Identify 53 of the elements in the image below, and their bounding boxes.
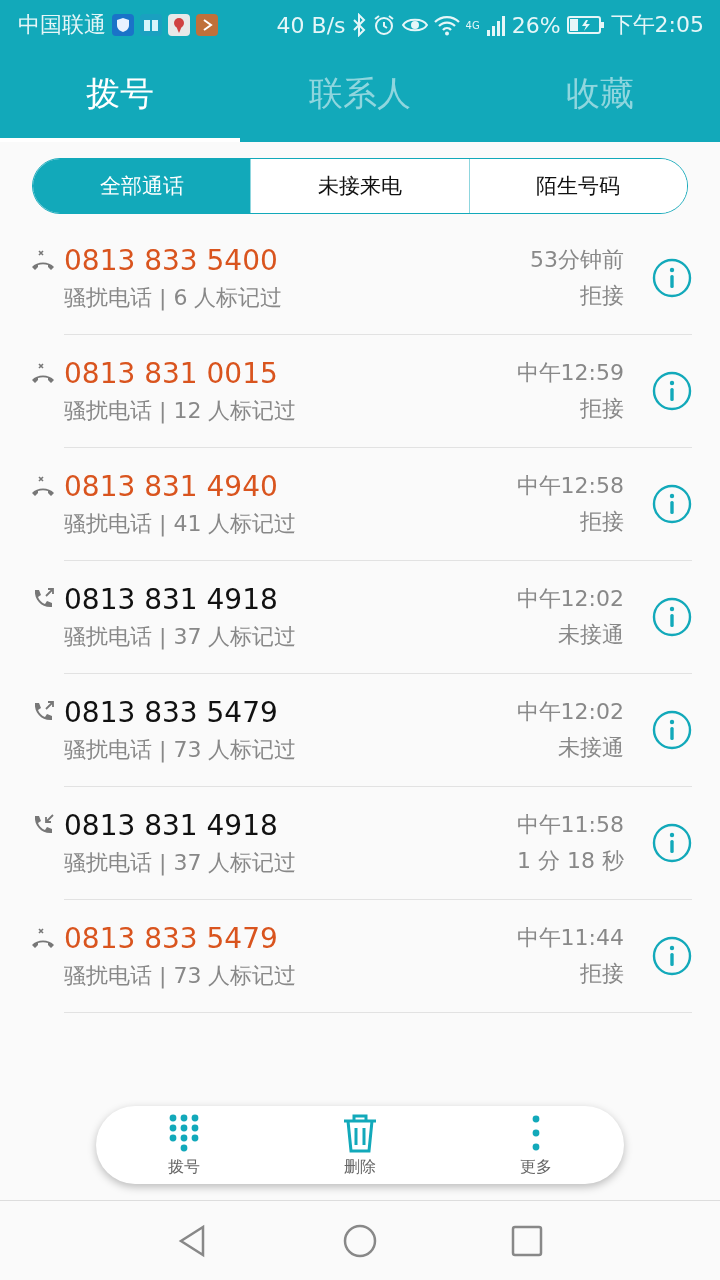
map-pin-icon	[168, 14, 190, 36]
action-button[interactable]: 删除	[300, 1106, 420, 1184]
call-time: 中午11:58	[516, 811, 624, 839]
phone-number: 0813 833 5400	[64, 243, 279, 277]
battery-icon	[566, 15, 605, 35]
call-time: 53分钟前	[530, 246, 624, 274]
info-button[interactable]	[652, 258, 692, 298]
info-button[interactable]	[652, 597, 692, 637]
call-status: 拒接	[580, 395, 624, 423]
action-button[interactable]: 拨号	[124, 1106, 244, 1184]
phone-number: 0813 831 4918	[64, 582, 279, 616]
clock-time: 下午2:05	[610, 11, 704, 39]
call-status: 未接通	[558, 734, 624, 762]
call-status: 未接通	[558, 621, 624, 649]
call-status: 拒接	[580, 282, 624, 310]
phone-number: 0813 831 0015	[64, 356, 279, 390]
caller-tag: 骚扰电话 | 41 人标记过	[64, 508, 517, 539]
info-button[interactable]	[652, 484, 692, 524]
info-button[interactable]	[652, 371, 692, 411]
call-time: 中午12:58	[516, 472, 624, 500]
info-button[interactable]	[652, 936, 692, 976]
call-time: 中午12:59	[516, 359, 624, 387]
network-speed: 40 B/s	[276, 12, 346, 38]
caller-tag: 骚扰电话 | 73 人标记过	[64, 960, 517, 991]
caller-tag: 骚扰电话 | 73 人标记过	[64, 734, 517, 765]
call-time: 中午11:44	[516, 924, 624, 952]
action-button[interactable]: 更多	[476, 1106, 596, 1184]
book-icon	[140, 14, 162, 36]
shield-icon	[112, 14, 134, 36]
call-status: 拒接	[580, 960, 624, 988]
phone-number: 0813 831 4918	[64, 808, 279, 842]
call-status: 1 分 18 秒	[517, 847, 624, 875]
network-type: 4G	[465, 19, 480, 31]
phone-number: 0813 831 4940	[64, 469, 279, 503]
filter-tab[interactable]: 陌生号码	[468, 159, 687, 213]
call-time: 中午12:02	[516, 698, 624, 726]
caller-tag: 骚扰电话 | 12 人标记过	[64, 395, 517, 426]
carrier-name: 中国联通	[18, 11, 106, 39]
phone-number: 0813 833 5479	[64, 921, 279, 955]
play-icon	[196, 14, 218, 36]
info-button[interactable]	[652, 710, 692, 750]
caller-tag: 骚扰电话 | 6 人标记过	[64, 282, 530, 313]
wifi-icon	[433, 14, 460, 36]
phone-number: 0813 833 5479	[64, 695, 279, 729]
bluetooth-icon	[351, 13, 366, 37]
caller-tag: 骚扰电话 | 37 人标记过	[64, 847, 517, 878]
info-button[interactable]	[652, 823, 692, 863]
caller-tag: 骚扰电话 | 37 人标记过	[64, 621, 517, 652]
battery-level: 26%	[511, 12, 561, 38]
filter-tab[interactable]: 未接来电	[250, 159, 469, 213]
signal-icon	[485, 14, 506, 36]
call-time: 中午12:02	[516, 585, 624, 613]
call-status: 拒接	[580, 508, 624, 536]
